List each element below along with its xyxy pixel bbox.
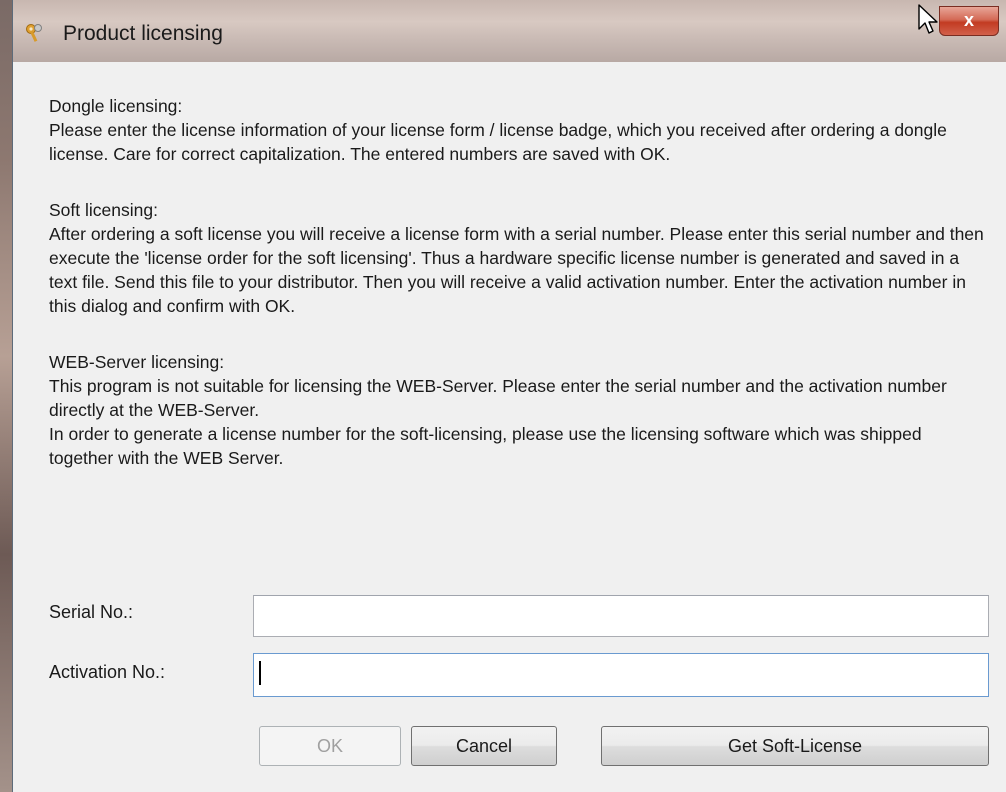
window-title: Product licensing xyxy=(63,22,223,45)
dialog-client-area: Dongle licensing: Please enter the licen… xyxy=(19,62,1001,792)
cancel-button[interactable]: Cancel xyxy=(411,726,557,766)
web-text-2: In order to generate a license number fo… xyxy=(49,424,922,468)
dongle-heading: Dongle licensing: xyxy=(49,96,183,116)
keys-icon xyxy=(26,24,42,42)
soft-text: After ordering a soft license you will r… xyxy=(49,224,984,316)
web-text-1: This program is not suitable for licensi… xyxy=(49,376,947,420)
dongle-licensing-section: Dongle licensing: Please enter the licen… xyxy=(49,94,989,166)
dongle-text: Please enter the license information of … xyxy=(49,120,947,164)
activation-number-input[interactable] xyxy=(253,653,989,697)
web-heading: WEB-Server licensing: xyxy=(49,352,225,372)
soft-licensing-section: Soft licensing: After ordering a soft li… xyxy=(49,198,989,318)
serial-number-input[interactable] xyxy=(253,595,989,637)
title-bar[interactable]: Product licensing x xyxy=(13,0,1006,62)
serial-label: Serial No.: xyxy=(49,602,134,622)
text-caret xyxy=(259,661,261,685)
desktop-background xyxy=(0,0,12,792)
close-button[interactable]: x xyxy=(939,6,999,36)
ok-button[interactable]: OK xyxy=(259,726,401,766)
mouse-pointer-icon xyxy=(918,4,938,34)
soft-heading: Soft licensing: xyxy=(49,200,158,220)
web-server-licensing-section: WEB-Server licensing: This program is no… xyxy=(49,350,989,470)
get-soft-license-button[interactable]: Get Soft-License xyxy=(601,726,989,766)
activation-label: Activation No.: xyxy=(49,662,166,682)
product-licensing-dialog: Product licensing x Dongle licensing: Pl… xyxy=(12,0,1006,792)
